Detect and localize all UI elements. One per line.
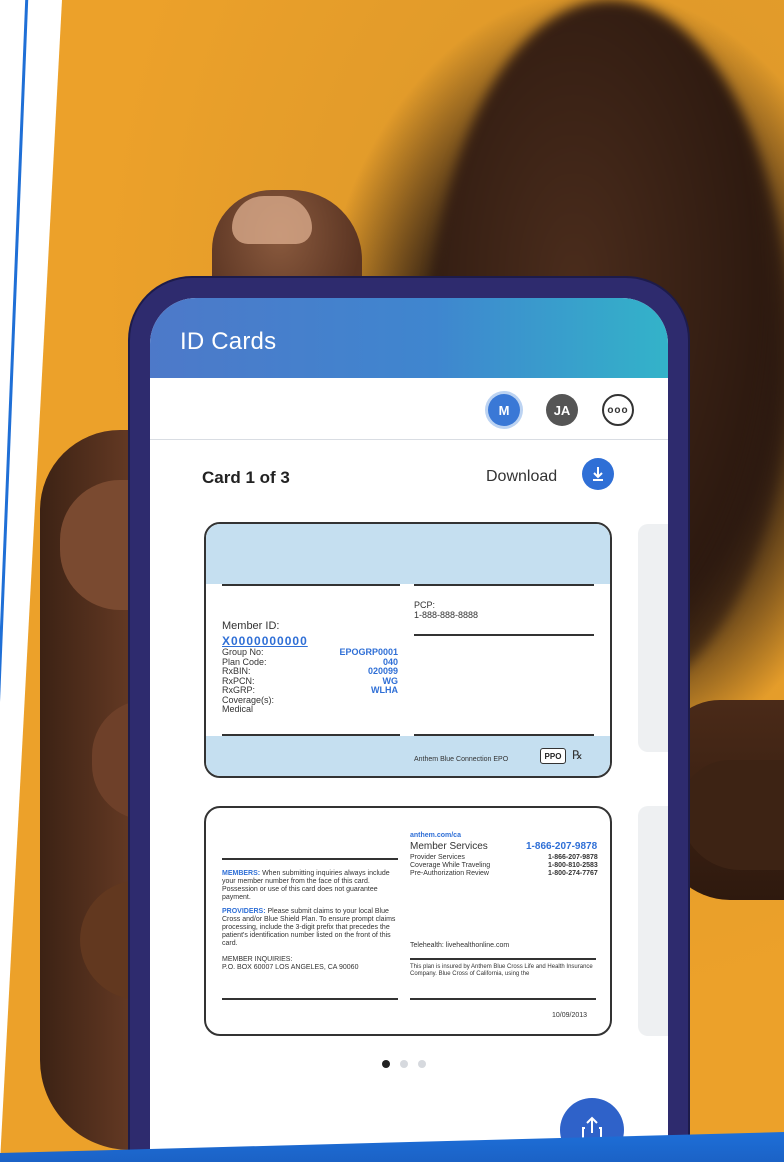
service-phone: 1-800-810-2583 — [548, 862, 598, 869]
divider — [222, 998, 398, 1000]
inquiries-address: P.O. BOX 60007 LOS ANGELES, CA 90060 — [222, 964, 359, 971]
download-label[interactable]: Download — [486, 468, 557, 486]
id-card-back[interactable]: anthem.com/ca Member Services 1-866-207-… — [204, 806, 612, 1036]
next-card-peek[interactable] — [638, 524, 668, 752]
next-card-peek[interactable] — [638, 806, 668, 1036]
app-header: ID Cards — [150, 298, 668, 378]
card-field-labels: Group No: Plan Code: RxBIN: RxPCN: RxGRP… — [222, 647, 274, 715]
member-services-label: Member Services — [410, 841, 488, 852]
pagination-dot[interactable] — [400, 1060, 408, 1068]
providers-heading: PROVIDERS: — [222, 908, 266, 915]
rx-icon: ℞ — [572, 748, 583, 762]
pagination-dot[interactable] — [418, 1060, 426, 1068]
card-header-band — [206, 524, 610, 584]
service-label: Coverage While Traveling — [410, 862, 491, 869]
card-date: 10/09/2013 — [552, 1012, 588, 1019]
member-id-label: Member ID: — [222, 620, 280, 632]
divider — [410, 958, 596, 960]
divider — [414, 634, 594, 636]
service-phone: 1-800-274-7767 — [548, 870, 598, 877]
members-heading: MEMBERS: — [222, 870, 261, 877]
card-counter: Card 1 of 3 — [202, 468, 290, 487]
card-field-values: EPOGRP0001 040 020099 WG WLHA — [328, 647, 398, 696]
pagination-dots — [382, 1060, 426, 1068]
pcp-label: PCP: — [414, 600, 436, 610]
field-value: WLHA — [371, 685, 398, 695]
service-label: Provider Services — [410, 854, 465, 861]
member-services-phone: 1-866-207-9878 — [526, 841, 598, 852]
phone-screen: ID Cards M JA ooo Card 1 of 3 Download M… — [150, 298, 668, 1162]
ppo-suitcase-logo: PPO — [540, 748, 566, 764]
member-selector — [150, 378, 668, 440]
member-avatar-m[interactable]: M — [488, 394, 520, 426]
divider — [222, 858, 398, 860]
service-phone: 1-866-207-9878 — [548, 854, 598, 861]
divider — [222, 584, 400, 586]
service-label: Pre-Authorization Review — [410, 870, 489, 877]
pagination-dot-active[interactable] — [382, 1060, 390, 1068]
divider — [414, 584, 594, 586]
website-link: anthem.com/ca — [410, 832, 461, 839]
member-id-value: X0000000000 — [222, 634, 308, 648]
insured-text: This plan is insured by Anthem Blue Cros… — [410, 964, 593, 977]
field-label: Medical — [222, 704, 254, 714]
member-avatar-ja[interactable]: JA — [546, 394, 578, 426]
members-notice: MEMBERS: When submitting inquiries alway… — [222, 870, 402, 902]
inquiries-label: MEMBER INQUIRIES: — [222, 956, 293, 963]
page-title: ID Cards — [180, 328, 277, 355]
plan-name: Anthem Blue Connection EPO — [414, 756, 509, 763]
more-members-icon[interactable]: ooo — [602, 394, 634, 426]
pcp-phone: 1-888-888-8888 — [414, 610, 479, 620]
providers-notice: PROVIDERS: Please submit claims to your … — [222, 908, 402, 948]
id-card-front[interactable]: Member ID: X0000000000 Group No: Plan Co… — [204, 522, 612, 778]
thumbnail — [232, 196, 312, 244]
download-icon[interactable] — [582, 458, 614, 490]
divider — [410, 998, 596, 1000]
telehealth-text: Telehealth: livehealthonline.com — [410, 942, 510, 949]
white-margin — [0, 0, 62, 1162]
